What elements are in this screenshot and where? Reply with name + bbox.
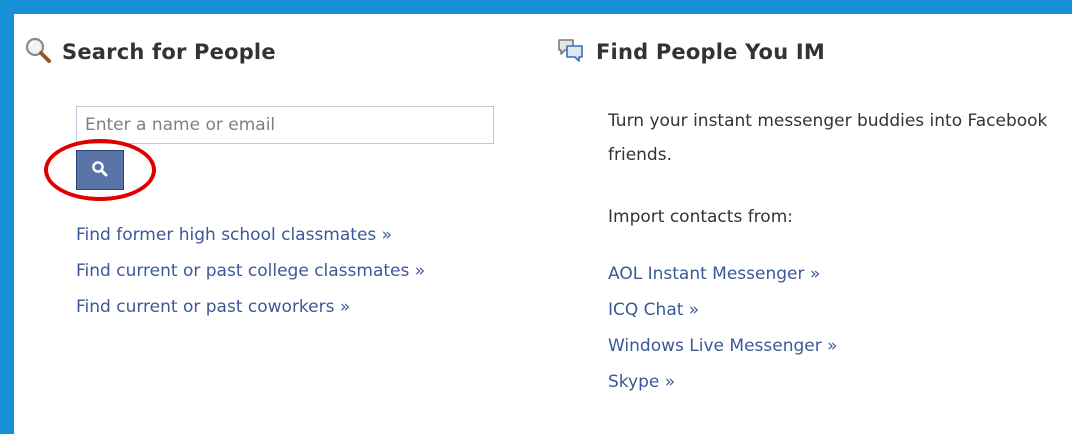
search-input-wrap [76,106,494,144]
search-icon [91,160,109,181]
classmate-links: Find former high school classmates » Fin… [76,217,425,325]
import-contacts-label: Import contacts from: [608,207,793,227]
search-input[interactable] [76,106,494,144]
search-section-header: Search for People [24,36,276,68]
find-coworkers-link[interactable]: Find current or past coworkers » [76,289,425,325]
find-friends-panel: Search for People Find former high schoo… [14,14,1072,434]
find-high-school-classmates-link[interactable]: Find former high school classmates » [76,217,425,253]
skype-link[interactable]: Skype » [608,364,838,400]
im-service-links: AOL Instant Messenger » ICQ Chat » Windo… [608,256,838,400]
chat-bubbles-icon [556,36,586,68]
windows-live-messenger-link[interactable]: Windows Live Messenger » [608,328,838,364]
im-section-header: Find People You IM [556,36,825,68]
icq-chat-link[interactable]: ICQ Chat » [608,292,838,328]
find-college-classmates-link[interactable]: Find current or past college classmates … [76,253,425,289]
aol-instant-messenger-link[interactable]: AOL Instant Messenger » [608,256,838,292]
im-section-title: Find People You IM [596,40,825,64]
im-description: Turn your instant messenger buddies into… [608,111,1048,165]
search-button[interactable] [76,150,124,190]
magnifier-icon [24,36,52,68]
search-section-title: Search for People [62,40,276,64]
